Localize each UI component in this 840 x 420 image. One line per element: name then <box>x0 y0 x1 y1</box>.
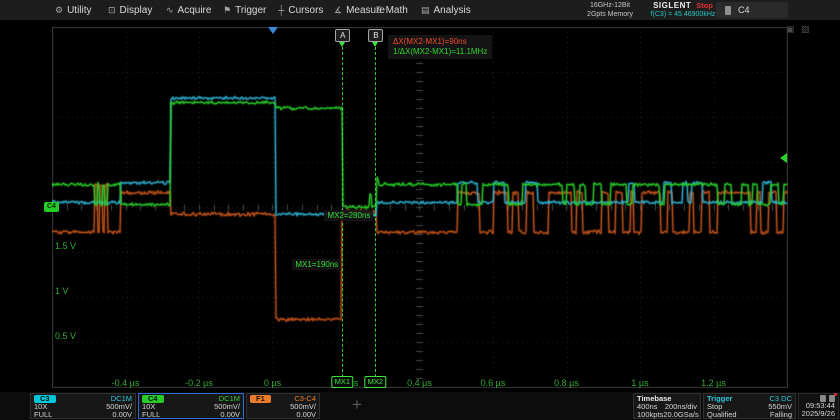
angle-icon: ∡ <box>334 5 342 16</box>
c4-offset: 0.00V <box>220 411 240 419</box>
analysis-icon: ▤ <box>421 5 430 16</box>
trigger-slope: Falling <box>770 411 792 419</box>
sigma-icon: Σ <box>376 5 382 15</box>
display-icon: ⊡ <box>108 5 116 16</box>
clock-date: 2025/9/26 <box>802 410 835 418</box>
trigger-mode: Qualified <box>707 411 737 419</box>
time-axis-label: -0.2 µs <box>179 378 219 388</box>
mx2-readout: MX2=280ns <box>324 210 373 221</box>
flag-icon: ⚑ <box>223 5 231 16</box>
f1-badge: F1 <box>250 395 271 403</box>
active-channel-label: C4 <box>738 5 750 15</box>
timebase-points: 100kpts <box>637 411 663 419</box>
menu-label-acquire: Acquire <box>178 5 212 16</box>
delta-x-value: ΔX(MX2-MX1)=90ns <box>393 37 487 47</box>
mx1-readout: MX1=190ns <box>292 259 341 270</box>
menu-item-trigger[interactable]: ⚑ Trigger <box>223 0 266 20</box>
add-channel-button[interactable]: + <box>346 394 368 416</box>
crosshair-icon: ┼ <box>278 5 284 15</box>
time-axis-label: 1.2 µs <box>694 378 734 388</box>
channel-box-f1[interactable]: F1C3-C4 500mV/ 0.00V <box>246 393 320 419</box>
menu-item-cursors[interactable]: ┼ Cursors <box>278 0 323 20</box>
c3-bandwidth: FULL <box>34 411 52 419</box>
frequency-readout: f(C3) = 45.46900kHz <box>650 10 716 19</box>
channel-box-c4[interactable]: C4DC1M 10X500mV/ FULL0.00V <box>138 393 244 419</box>
volt-axis-label: 0.5 V <box>55 332 76 341</box>
probe-icon <box>725 6 731 15</box>
status-bar: C3DC1M 10X500mV/ FULL0.00V C4DC1M 10X500… <box>0 392 840 420</box>
cursor-a-flag[interactable]: A <box>335 29 350 42</box>
trigger-level-marker[interactable] <box>780 153 787 163</box>
time-axis-label: 0 µs <box>253 378 293 388</box>
channel-box-c3[interactable]: C3DC1M 10X500mV/ FULL0.00V <box>30 393 136 419</box>
menu-label-display: Display <box>120 5 153 16</box>
time-axis-label: 1 µs <box>620 378 660 388</box>
memory-label: 2Gpts Memory <box>572 10 648 19</box>
cursor-mx1-tag[interactable]: MX1 <box>332 376 353 388</box>
time-axis-label: -0.4 µs <box>106 378 146 388</box>
menu-label-utility: Utility <box>67 5 91 16</box>
menu-label-analysis: Analysis <box>434 5 471 16</box>
menu-bar: ⚙ Utility ⊡ Display ∿ Acquire ⚑ Trigger ┼ Cur… <box>0 0 840 20</box>
cursor-mx2-tag[interactable]: MX2 <box>365 376 386 388</box>
notification-icon <box>829 395 835 402</box>
device-info: 16GHz-12Bit 2Gpts Memory <box>572 1 648 19</box>
c4-ground-marker[interactable]: C4 <box>44 202 59 212</box>
menu-label-cursors: Cursors <box>288 5 323 16</box>
lock-icon <box>820 395 826 402</box>
inverse-delta-x-value: 1/ΔX(MX2-MX1)=11.1MHz <box>393 47 487 57</box>
bandwidth-label: 16GHz-12Bit <box>572 1 648 10</box>
menu-item-math[interactable]: Σ Math <box>376 0 408 20</box>
trigger-position-marker[interactable] <box>268 27 278 34</box>
timebase-rate: 20.0GSa/s <box>663 411 698 419</box>
waveform-display[interactable] <box>52 27 788 388</box>
timebase-box[interactable]: Timebase 400ns200ns/div 100kpts20.0GSa/s <box>633 393 701 419</box>
time-axis-label: 0.6 µs <box>473 378 513 388</box>
trigger-box[interactable]: TriggerC3 DC Stop550mV QualifiedFalling <box>703 393 796 419</box>
c4-bandwidth: FULL <box>142 411 160 419</box>
active-channel-chip[interactable]: C4 <box>716 2 788 18</box>
volt-axis-label: 1.5 V <box>55 242 76 251</box>
menu-label-trigger: Trigger <box>235 5 266 16</box>
cursor-b-flag[interactable]: B <box>368 29 383 42</box>
f1-offset: 0.00V <box>296 411 316 419</box>
pin-icon[interactable]: ▨ <box>801 24 810 35</box>
cursor-mx2-line[interactable] <box>375 47 376 387</box>
menu-item-acquire[interactable]: ∿ Acquire <box>166 0 211 20</box>
menu-item-analysis[interactable]: ▤ Analysis <box>421 0 471 20</box>
time-axis-label: 0.8 µs <box>547 378 587 388</box>
waveform-icon: ∿ <box>166 5 174 16</box>
c3-offset: 0.00V <box>112 411 132 419</box>
cursor-delta-readout: ΔX(MX2-MX1)=90ns 1/ΔX(MX2-MX1)=11.1MHz <box>388 35 492 59</box>
volt-axis-label: 1 V <box>55 287 69 296</box>
gear-icon: ⚙ <box>55 5 63 16</box>
menu-item-utility[interactable]: ⚙ Utility <box>55 0 92 20</box>
menu-item-display[interactable]: ⊡ Display <box>108 0 152 20</box>
time-axis-label: 0.4 µs <box>400 378 440 388</box>
brand-logo: SIGLENT <box>653 1 691 10</box>
menu-label-math: Math <box>386 5 408 16</box>
snapshot-icon[interactable]: ▣ <box>786 24 795 35</box>
clock-box[interactable]: 09:53:44 2025/9/26 <box>798 393 839 419</box>
acquisition-status: Stop <box>696 1 713 10</box>
brand-block: SIGLENT Stop f(C3) = 45.46900kHz <box>650 1 716 19</box>
oscilloscope-screen: ⚙ Utility ⊡ Display ∿ Acquire ⚑ Trigger ┼ Cur… <box>0 0 840 420</box>
